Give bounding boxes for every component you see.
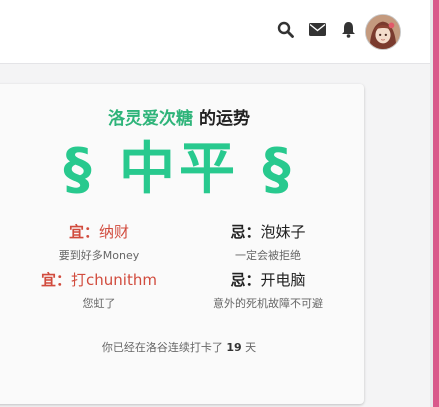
good-item-1-desc: 要到好多Money — [58, 249, 140, 262]
bad-item-1: 忌：泡妹子 — [230, 223, 306, 241]
side-accent-bar — [430, 0, 439, 407]
fortune-card: 洛灵爱次糖 的运势 § 中平 § 宜：纳财 要到好多Money 忌：泡妹子 一定… — [0, 84, 364, 404]
bad-item-1-desc: 一定会被拒绝 — [235, 249, 301, 262]
checkin-streak: 你已经在洛谷连续打卡了 19 天 — [101, 341, 257, 354]
bell-icon[interactable] — [338, 18, 358, 40]
top-navbar — [0, 0, 433, 64]
bad-item-2-desc: 意外的死机故障不可避 — [213, 297, 323, 310]
good-item-2-desc: 您虹了 — [82, 297, 116, 310]
username-link[interactable]: 洛灵爱次糖 — [108, 109, 193, 129]
good-item-2: 宜：打chunithm — [41, 271, 157, 289]
bad-item-2: 忌：开电脑 — [230, 271, 306, 289]
fortune-title: 洛灵爱次糖 的运势 — [0, 104, 364, 129]
good-item-1: 宜：纳财 — [68, 223, 130, 241]
mail-icon[interactable] — [307, 18, 327, 40]
search-icon[interactable] — [275, 18, 295, 40]
user-avatar[interactable] — [365, 14, 401, 50]
title-suffix: 的运势 — [193, 109, 250, 129]
streak-days: 19 — [226, 341, 242, 354]
fortune-result: § 中平 § — [63, 137, 295, 202]
